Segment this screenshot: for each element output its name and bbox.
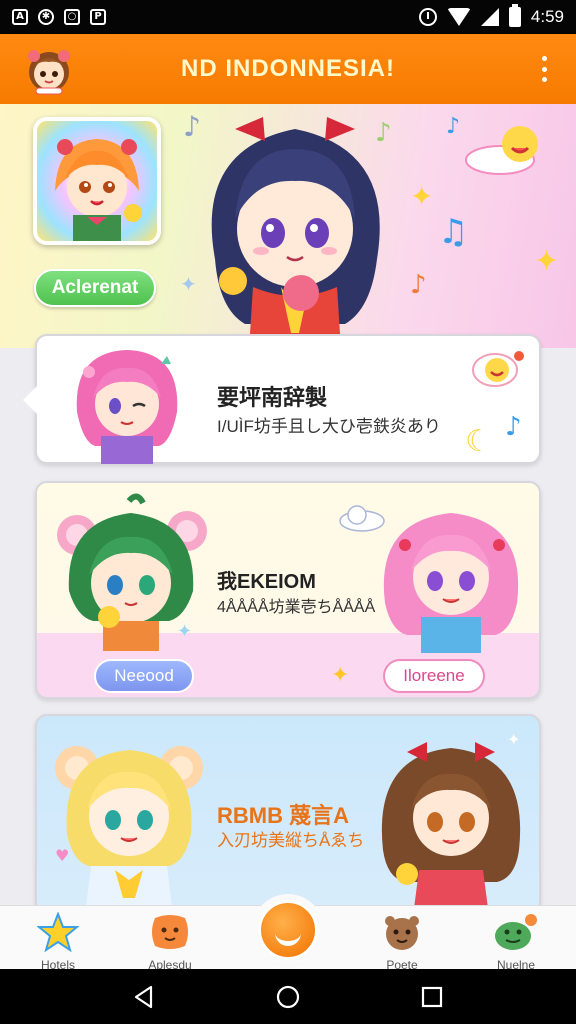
alarm-icon (418, 8, 437, 26)
home-circle-icon[interactable] (275, 984, 301, 1010)
chat-bubble-sun-icon (472, 351, 524, 387)
cloud-icon (339, 505, 385, 532)
music-note-icon: ♪ (446, 114, 461, 139)
music-note-icon: ♪ (505, 412, 522, 442)
card3-left-character-image (55, 746, 203, 912)
nav-item-poete[interactable]: Poete (362, 912, 442, 972)
card2-left-button[interactable]: Neeood (94, 659, 194, 693)
card2-right-character-image (383, 513, 519, 653)
hero-action-button[interactable]: Aclerenat (34, 269, 156, 307)
sparkle-icon: ✦ (331, 663, 350, 688)
feature-card-3[interactable]: RBMB 蔑言A 入刃坊美縦ちÅゑち ✦ ♥ (35, 714, 541, 914)
settings-icon: ✱ (38, 9, 54, 25)
card2-subtitle: 4ÅÅÅÅ坊業壱ちÅÅÅÅ (217, 599, 376, 616)
sparkle-icon: ✦ (507, 730, 521, 749)
music-note-icon: ♪ (375, 118, 392, 148)
status-bar: A ✱ ○ P 4:59 (0, 0, 576, 34)
heart-icon: ♥ (55, 846, 70, 865)
nav-item-aplesdu[interactable]: Aplesdu (130, 912, 210, 972)
sparkle-icon: ✦ (410, 180, 434, 213)
cookie-icon (152, 915, 188, 949)
hero-thumbnail[interactable] (33, 117, 161, 245)
sparkle-icon: ✦ (177, 621, 193, 642)
nav-item-hotels[interactable]: Hotels (18, 911, 98, 972)
card2-title: 我EKEIOM (217, 571, 316, 593)
battery-icon (508, 4, 521, 27)
star-icon (36, 911, 80, 953)
app-bar: ND INDONNESIA! (0, 34, 576, 104)
sparkle-icon: ✦ (180, 272, 197, 296)
notification-icon: A (12, 9, 28, 25)
card3-right-character-image (381, 742, 521, 912)
clock-app-icon: ○ (64, 9, 80, 25)
app-title: ND INDONNESIA! (180, 55, 395, 82)
signal-icon (480, 8, 499, 26)
feature-card-1[interactable]: 要坪南辞製 I/UÌF坊手且し大ひ壱鉄炎あり ♪ ☾ (23, 334, 541, 464)
music-note-icon: ♫ (438, 212, 469, 252)
bottom-navigation: Hotels Aplesdu Poete Nuelne (0, 900, 576, 972)
card1-title: 要坪南辞製 (217, 385, 328, 410)
more-vert-icon[interactable] (538, 56, 550, 82)
home-button[interactable] (258, 900, 318, 960)
wifi-icon (446, 8, 471, 26)
status-time: 4:59 (530, 7, 564, 26)
frog-face-icon (495, 914, 537, 950)
moon-icon: ☾ (465, 424, 492, 459)
app-avatar[interactable] (22, 42, 76, 96)
nav-item-nuelne[interactable]: Nuelne (476, 912, 556, 972)
recents-icon[interactable] (419, 984, 445, 1010)
music-note-icon: ♪ (410, 270, 427, 300)
card2-right-button[interactable]: Iloreene (383, 659, 485, 693)
sparkle-icon: ✦ (534, 244, 560, 279)
card1-subtitle: I/UÌF坊手且し大ひ壱鉄炎あり (217, 417, 441, 436)
card1-character-image (76, 350, 178, 464)
parking-icon: P (90, 9, 106, 25)
hero-character-image (211, 117, 380, 348)
system-navigation-bar (0, 969, 576, 1024)
music-note-icon: ♪ (183, 110, 201, 143)
feature-card-2[interactable]: 我EKEIOM 4ÅÅÅÅ坊業壱ちÅÅÅÅ ✦ ✦ Neeood Iloreen… (35, 481, 541, 699)
card3-subtitle: 入刃坊美縦ちÅゑち (217, 831, 365, 850)
bear-face-icon (385, 916, 419, 950)
cloud-sun-icon (465, 126, 538, 175)
back-icon[interactable] (131, 984, 157, 1010)
hero-banner: Aclerenat ♪ ♫ ♪ ♪ ♪ ✦ ✦ ✦ (0, 104, 576, 348)
